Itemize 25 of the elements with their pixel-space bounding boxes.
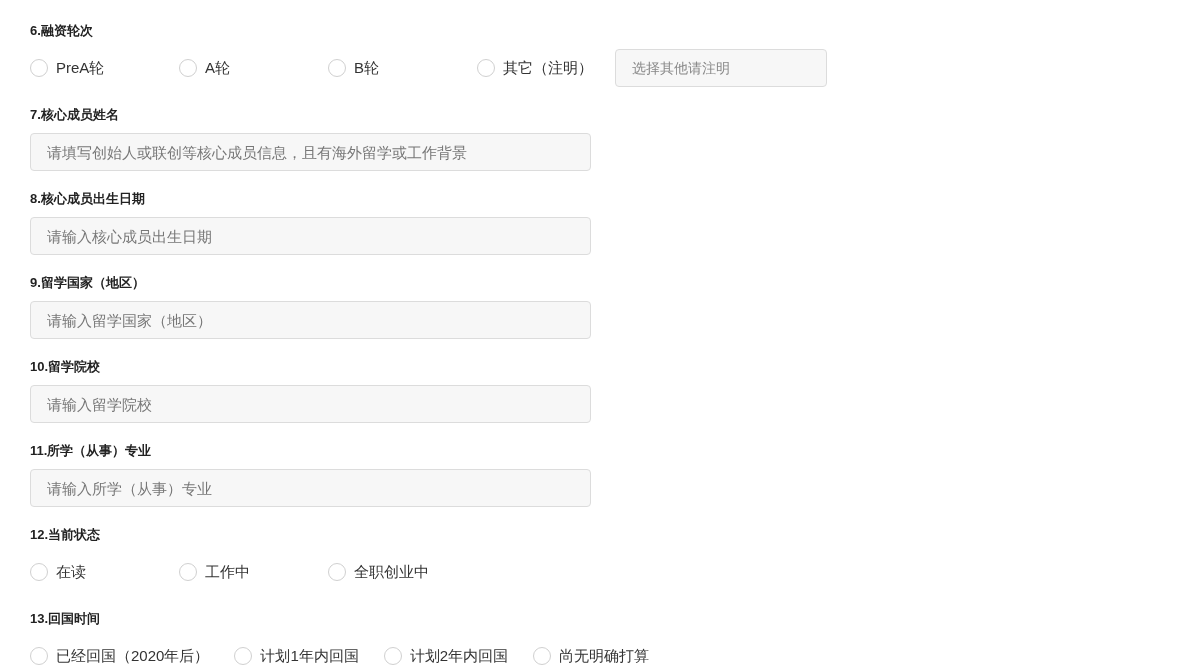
radio-option[interactable]: 在读 <box>30 553 154 591</box>
radio-option[interactable]: 计划2年内回国 <box>383 637 509 672</box>
question-label: 9.留学国家（地区） <box>30 275 146 291</box>
radio-option[interactable]: 已经回国（2020年后） <box>30 637 210 672</box>
question-label: 11.所学（从事）专业 <box>30 443 153 459</box>
radio-option[interactable]: A轮 <box>179 49 303 87</box>
question-label: 6.融资轮次 <box>30 23 94 39</box>
question-label: 12.当前状态 <box>30 527 102 543</box>
radio-option[interactable]: 全职创业中 <box>328 553 452 591</box>
input-field[interactable]: 请输入留学国家（地区） <box>30 301 591 339</box>
radio-option[interactable]: 工作中 <box>179 553 303 591</box>
question-label: 8.核心成员出生日期 <box>30 191 146 207</box>
radio-option[interactable]: B轮 <box>328 49 452 87</box>
input-field[interactable]: 请输入所学（从事）专业 <box>30 469 591 507</box>
question-label: 13.回国时间 <box>30 611 102 627</box>
radio-option[interactable]: 其它（注明） <box>477 49 601 87</box>
input-field[interactable]: 请填写创始人或联创等核心成员信息，且有海外留学或工作背景 <box>30 133 591 171</box>
question-label: 10.留学院校 <box>30 359 102 375</box>
other-input-field[interactable]: 选择其他请注明 <box>615 49 827 87</box>
question-label: 7.核心成员姓名 <box>30 107 120 123</box>
radio-option[interactable]: PreA轮 <box>30 49 154 87</box>
radio-option[interactable]: 尚无明确打算 <box>533 637 658 672</box>
input-field[interactable]: 请输入留学院校 <box>30 385 591 423</box>
radio-option[interactable]: 计划1年内回国 <box>234 637 359 672</box>
input-field[interactable]: 请输入核心成员出生日期 <box>30 217 591 255</box>
